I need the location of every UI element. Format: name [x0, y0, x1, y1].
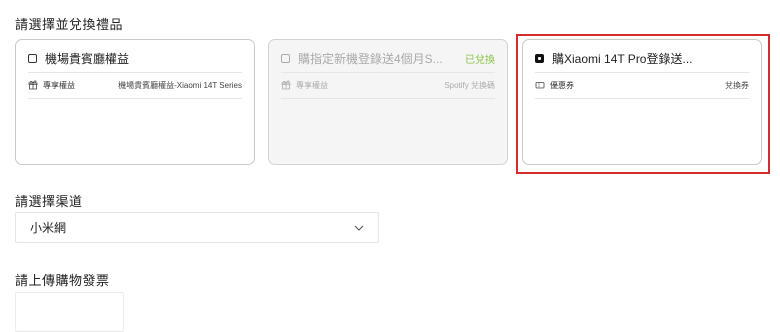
channel-select-value: 小米網	[30, 221, 67, 235]
gift-icon	[281, 80, 291, 90]
gift-card-row-value: 機場貴賓廳權益-Xiaomi 14T Series	[118, 80, 242, 90]
channel-section-title: 請選擇渠道	[15, 194, 83, 209]
radio-unchecked-icon[interactable]	[28, 53, 37, 63]
selection-highlight-box	[516, 34, 770, 174]
gift-card-row-label: 專享權益	[43, 80, 75, 90]
gift-card-header: 機場貴賓廳權益	[28, 48, 242, 68]
invoice-upload-box[interactable]	[15, 292, 124, 332]
divider	[28, 72, 242, 73]
divider	[281, 72, 495, 73]
gift-icon	[28, 80, 38, 90]
gift-card-row: 專享權益 機場貴賓廳權益-Xiaomi 14T Series	[28, 78, 242, 92]
invoice-section-title: 請上傳購物發票	[15, 273, 110, 288]
gift-card-header: 購指定新機登錄送4個月S... 已兌換	[281, 48, 495, 68]
gift-card-status-redeemed: 已兌換	[465, 54, 495, 66]
divider	[28, 98, 242, 99]
gift-card-row-label: 專享權益	[296, 80, 328, 90]
gift-card-title: 購指定新機登錄送4個月S...	[298, 51, 443, 66]
gift-card-spotify: 購指定新機登錄送4個月S... 已兌換 專享權益 Spotify 兌換碼	[268, 39, 508, 165]
divider	[281, 98, 495, 99]
channel-select[interactable]: 小米網	[15, 212, 379, 243]
gift-card-row-value: Spotify 兌換碼	[444, 80, 495, 90]
gift-card-title: 機場貴賓廳權益	[45, 51, 130, 66]
gift-section-title: 請選擇並兌換禮品	[15, 17, 124, 32]
radio-unchecked-icon	[281, 53, 290, 63]
chevron-down-icon	[354, 225, 364, 231]
gift-card-lounge[interactable]: 機場貴賓廳權益 專享權益 機場貴賓廳權益-Xiaomi 14T Series	[15, 39, 255, 165]
gift-card-row: 專享權益 Spotify 兌換碼	[281, 78, 495, 92]
